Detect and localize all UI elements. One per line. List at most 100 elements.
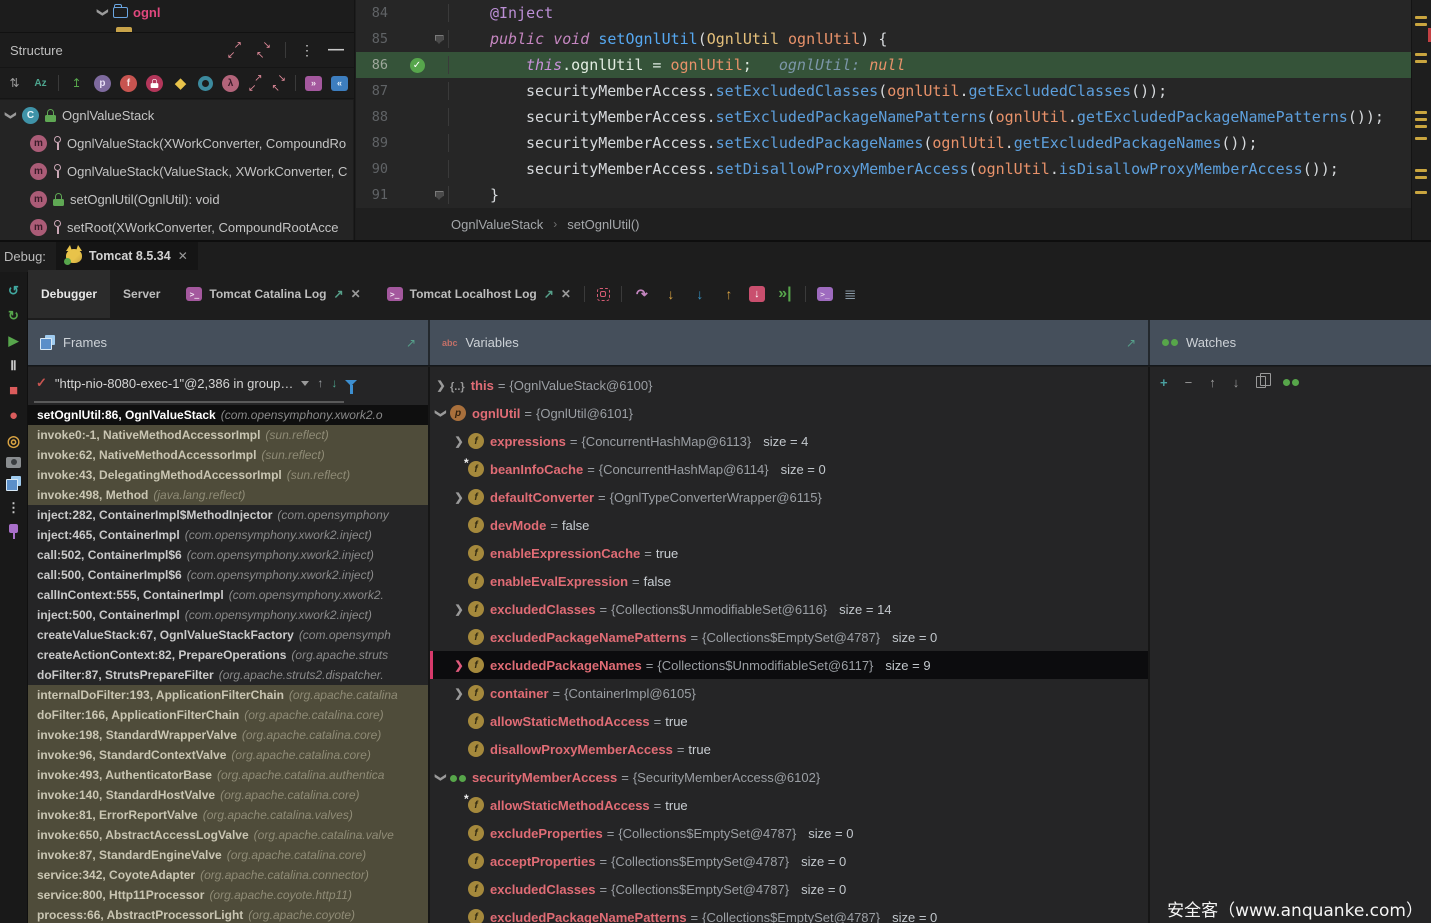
code-line[interactable]: 89securityMemberAccess.setExcludedPackag…: [356, 130, 1411, 156]
code-line[interactable]: 85public void setOgnlUtil(OgnlUtil ognlU…: [356, 26, 1411, 52]
thread-dump-icon[interactable]: [6, 457, 21, 468]
chevron-down-icon[interactable]: ❯: [435, 770, 448, 784]
autoscroll-to-source-icon[interactable]: »: [305, 76, 322, 91]
frame-row[interactable]: invoke:43, DelegatingMethodAccessorImpl(…: [28, 465, 428, 485]
next-frame-icon[interactable]: ↓: [331, 376, 337, 390]
variable-row[interactable]: fexcludedPackageNamePatterns={Collection…: [430, 623, 1148, 651]
expand-all-icon[interactable]: [227, 43, 242, 58]
resume-icon[interactable]: ▶: [5, 332, 22, 349]
frame-row[interactable]: service:342, CoyoteAdapter(org.apache.ca…: [28, 865, 428, 885]
more-options-icon[interactable]: ⋮: [300, 42, 314, 59]
structure-item[interactable]: mOgnlValueStack(ValueStack, XWorkConvert…: [0, 157, 353, 185]
chevron-down-icon[interactable]: ❯: [435, 406, 448, 420]
external-link-icon[interactable]: ↗: [1126, 336, 1136, 350]
sort-by-visibility-icon[interactable]: ⇅: [6, 75, 23, 92]
code-line[interactable]: 88securityMemberAccess.setExcludedPackag…: [356, 104, 1411, 130]
frame-row[interactable]: invoke:140, StandardHostValve(org.apache…: [28, 785, 428, 805]
evaluate-expression-icon[interactable]: >_: [817, 287, 833, 301]
show-fields-icon[interactable]: f: [120, 75, 137, 92]
code-line[interactable]: 91}: [356, 182, 1411, 208]
structure-item[interactable]: ❯COgnlValueStack: [0, 101, 353, 129]
variable-row[interactable]: fallowStaticMethodAccess=true: [430, 707, 1148, 735]
show-properties-icon[interactable]: p: [94, 75, 111, 92]
frame-row[interactable]: createValueStack:67, OgnlValueStackFacto…: [28, 625, 428, 645]
tab-debugger[interactable]: Debugger: [28, 270, 110, 318]
chevron-down-icon[interactable]: [301, 381, 309, 386]
warning-mark[interactable]: [1415, 118, 1427, 121]
tab-localhost-log[interactable]: >_ Tomcat Localhost Log ↗ ✕: [374, 270, 584, 318]
rerun-application-icon[interactable]: ↻: [5, 307, 22, 324]
variable-row[interactable]: fexcludedPackageNamePatterns={Collection…: [430, 903, 1148, 923]
frame-row[interactable]: invoke:87, StandardEngineValve(org.apach…: [28, 845, 428, 865]
chevron-right-icon[interactable]: ❯: [452, 435, 466, 448]
warning-mark[interactable]: [1415, 137, 1427, 140]
pin-icon[interactable]: [9, 524, 18, 533]
copy-icon[interactable]: [1256, 376, 1266, 388]
frame-row[interactable]: internalDoFilter:193, ApplicationFilterC…: [28, 685, 428, 705]
remove-watch-icon[interactable]: −: [1185, 375, 1193, 390]
structure-item[interactable]: mOgnlValueStack(XWorkConverter, Compound…: [0, 129, 353, 157]
frame-row[interactable]: invoke:81, ErrorReportValve(org.apache.c…: [28, 805, 428, 825]
mute-breakpoints-icon[interactable]: ●: [5, 407, 22, 424]
frame-row[interactable]: invoke:493, AuthenticatorBase(org.apache…: [28, 765, 428, 785]
structure-item[interactable]: msetOgnlUtil(OgnlUtil): void: [0, 185, 353, 213]
variable-row[interactable]: ❯fexpressions={ConcurrentHashMap@6113}si…: [430, 427, 1148, 455]
variable-row[interactable]: ❯fdefaultConverter={OgnlTypeConverterWra…: [430, 483, 1148, 511]
frame-row[interactable]: setOgnlUtil:86, OgnlValueStack(com.opens…: [28, 405, 428, 425]
frame-row[interactable]: process:66, AbstractProcessorLight(org.a…: [28, 905, 428, 923]
layout-settings-icon[interactable]: ≣: [844, 285, 856, 303]
tab-server[interactable]: Server: [110, 270, 173, 318]
external-link-icon[interactable]: ↗: [406, 336, 416, 350]
pause-icon[interactable]: Ⅱ: [5, 357, 22, 374]
frame-row[interactable]: invoke:62, NativeMethodAccessorImpl(sun.…: [28, 445, 428, 465]
variable-row[interactable]: fenableEvalExpression=false: [430, 567, 1148, 595]
variable-row[interactable]: fexcludeProperties={Collections$EmptySet…: [430, 819, 1148, 847]
add-watch-icon[interactable]: +: [1160, 375, 1168, 390]
frame-row[interactable]: inject:500, ContainerImpl(com.opensympho…: [28, 605, 428, 625]
filter-icon[interactable]: [345, 380, 357, 386]
frame-row[interactable]: invoke:96, StandardContextValve(org.apac…: [28, 745, 428, 765]
more-icon[interactable]: ⋮: [5, 499, 22, 516]
code-line[interactable]: 84@Inject: [356, 0, 1411, 26]
collapse-all-icon[interactable]: [272, 76, 287, 91]
frame-row[interactable]: service:800, Http11Processor(org.apache.…: [28, 885, 428, 905]
fold-marker-icon[interactable]: [435, 191, 444, 200]
frame-row[interactable]: doFilter:87, StrutsPrepareFilter(org.apa…: [28, 665, 428, 685]
chevron-right-icon[interactable]: ❯: [452, 659, 466, 672]
fold-slot[interactable]: [430, 191, 448, 200]
close-icon[interactable]: ✕: [178, 249, 188, 263]
chevron-down-icon[interactable]: ❯: [5, 110, 18, 120]
thread-selector[interactable]: ✓ "http-nio-8080-exec-1"@2,386 in group……: [28, 367, 428, 399]
sort-alphabetically-icon[interactable]: Az: [32, 75, 49, 92]
error-mark[interactable]: [1428, 28, 1431, 42]
step-out-icon[interactable]: ↑: [720, 285, 738, 303]
frames-header[interactable]: Frames ↗: [28, 320, 428, 365]
rerun-icon[interactable]: ↺: [5, 282, 22, 299]
force-step-into-icon[interactable]: ↓: [691, 285, 709, 303]
restore-layout-icon[interactable]: [6, 476, 21, 491]
breadcrumb-class[interactable]: OgnlValueStack: [451, 217, 543, 232]
move-up-icon[interactable]: ↑: [1209, 375, 1216, 390]
frame-row[interactable]: invoke:498, Method(java.lang.reflect): [28, 485, 428, 505]
variable-row[interactable]: ❯fexcludedPackageNames={Collections$Unmo…: [430, 651, 1148, 679]
breakpoint-verified-icon[interactable]: ✓: [410, 58, 425, 73]
breadcrumb-method[interactable]: setOgnlUtil(): [567, 217, 639, 232]
move-down-icon[interactable]: ↓: [1233, 375, 1240, 390]
variable-row[interactable]: ❯fexcludedClasses={Collections$Unmodifia…: [430, 595, 1148, 623]
watches-header[interactable]: Watches: [1150, 320, 1431, 365]
fold-slot[interactable]: [430, 35, 448, 44]
code-editor[interactable]: 84@Inject85public void setOgnlUtil(OgnlU…: [356, 0, 1411, 208]
warning-mark[interactable]: [1415, 169, 1427, 172]
donut-filter-icon[interactable]: [198, 76, 213, 91]
close-icon[interactable]: ✕: [351, 287, 361, 301]
tab-catalina-log[interactable]: >_ Tomcat Catalina Log ↗ ✕: [173, 270, 373, 318]
variable-row[interactable]: ❯securityMemberAccess={SecurityMemberAcc…: [430, 763, 1148, 791]
warning-mark[interactable]: [1415, 16, 1427, 19]
variable-row[interactable]: fexcludedClasses={Collections$EmptySet@4…: [430, 875, 1148, 903]
frame-row[interactable]: inject:282, ContainerImpl$MethodInjector…: [28, 505, 428, 525]
warning-mark[interactable]: [1415, 23, 1427, 26]
expand-all-icon[interactable]: [248, 76, 263, 91]
collapse-all-icon[interactable]: [256, 43, 271, 58]
close-icon[interactable]: ✕: [561, 287, 571, 301]
frame-row[interactable]: invoke:650, AbstractAccessLogValve(org.a…: [28, 825, 428, 845]
